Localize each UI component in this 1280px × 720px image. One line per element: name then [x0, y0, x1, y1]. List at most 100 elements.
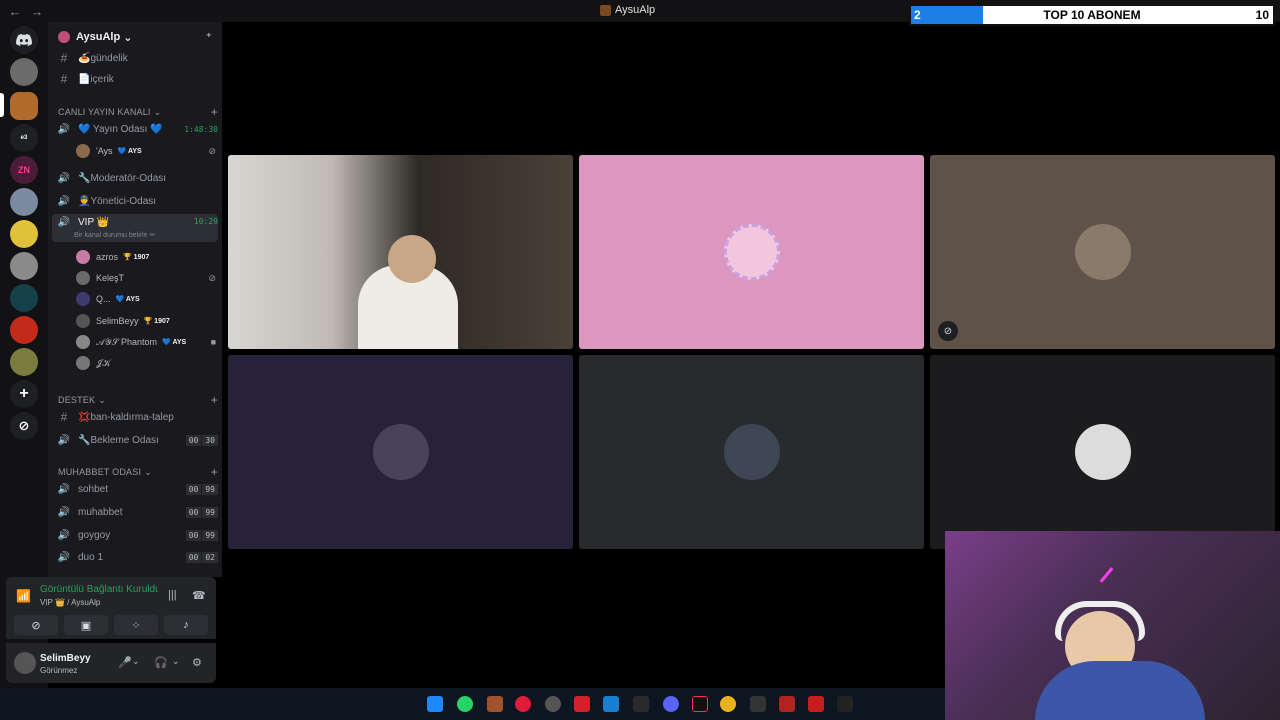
avatar[interactable] — [14, 652, 36, 674]
voice-channel[interactable]: 🔊 duo 1 00 02 — [56, 547, 218, 567]
streamer-webcam — [945, 531, 1280, 720]
user-status: Görünmez — [40, 666, 78, 675]
user-limit-badge: 00 99 — [185, 483, 218, 495]
voice-location[interactable]: VIP 👑 / AysuAlp — [40, 598, 100, 607]
speaker-icon: 🔊 — [57, 172, 71, 184]
terminal-icon[interactable] — [837, 696, 853, 712]
voice-user[interactable]: 𝒜𝒴𝒮 Phantom 💙 AYS ■ — [76, 333, 216, 351]
server-icon[interactable] — [10, 220, 38, 248]
settings-gear-icon[interactable]: ⚙ — [192, 656, 202, 669]
channel-status[interactable]: Bir kanal durumu belirle ✏ — [74, 231, 155, 239]
chevron-down-icon[interactable]: ⌄ — [172, 656, 180, 667]
voice-channel[interactable]: 🔊 sohbet 00 99 — [56, 479, 218, 499]
server-icon[interactable] — [10, 348, 38, 376]
voice-status[interactable]: Görüntülü Bağlantı Kuruldu — [40, 584, 158, 595]
disconnect-icon[interactable]: ☎ — [192, 589, 206, 602]
server-icon[interactable] — [10, 252, 38, 280]
text-channel[interactable]: # 🍝gündelik — [56, 48, 218, 68]
avatar — [76, 271, 90, 285]
server-icon[interactable] — [10, 284, 38, 312]
screen-share-button[interactable]: ▣ — [64, 615, 108, 635]
soundboard-button[interactable]: ♪ — [164, 615, 208, 635]
voice-user[interactable]: Q... 💙 AYS — [76, 290, 216, 308]
goal-label: TOP 10 ABONEM — [1043, 8, 1141, 22]
explore-compass-icon[interactable]: ⊘ — [10, 412, 38, 440]
video-tile[interactable] — [930, 355, 1275, 549]
video-tile[interactable]: ⊘ — [930, 155, 1275, 349]
voice-user[interactable]: SelimBeyy 🏆 1907 — [76, 312, 216, 330]
voice-channel[interactable]: 🔊 muhabbet 00 99 — [56, 502, 218, 522]
voice-user[interactable]: azros 🏆 1907 — [76, 248, 216, 266]
video-tile-camera[interactable] — [228, 155, 573, 349]
app-icon[interactable] — [487, 696, 503, 712]
server-icon[interactable] — [10, 58, 38, 86]
noise-suppression-icon[interactable]: ||| — [168, 589, 177, 601]
voice-user[interactable]: 𝒥𝒦 — [76, 354, 216, 372]
app-icon[interactable] — [574, 696, 590, 712]
invite-people-icon[interactable]: ⁺ — [206, 30, 212, 44]
add-channel-icon[interactable]: + — [211, 105, 218, 119]
channel-timer: 10:29 — [193, 217, 218, 226]
app-icon[interactable] — [808, 696, 824, 712]
avatar — [723, 424, 780, 480]
speaker-icon: 🔊 — [57, 123, 71, 135]
voice-channel-bekleme[interactable]: 🔊 🔧Bekleme Odası 00 30 — [56, 430, 218, 450]
muted-icon: ⊘ — [208, 145, 216, 156]
video-tile[interactable] — [228, 355, 573, 549]
window-title: AysuAlp — [600, 4, 655, 16]
server-icon[interactable] — [10, 316, 38, 344]
chevron-down-icon: ⌄ — [123, 31, 133, 44]
headphones-icon[interactable]: 🎧 — [154, 656, 168, 669]
video-tile[interactable] — [579, 355, 924, 549]
avatar — [76, 250, 90, 264]
voice-channel[interactable]: 🔊 goygoy 00 99 — [56, 525, 218, 545]
discord-icon[interactable] — [663, 696, 679, 712]
voice-channel-vip[interactable]: 🔊 VIP 👑 10:29 Bir kanal durumu belirle ✏ — [52, 214, 218, 242]
epic-games-icon[interactable] — [633, 696, 649, 712]
app-icon[interactable] — [750, 696, 766, 712]
back-arrow-icon[interactable]: ← — [8, 4, 22, 19]
steam-icon[interactable] — [603, 696, 619, 712]
avatar — [372, 424, 429, 480]
category-destek[interactable]: DESTEK ⌄ + — [58, 393, 218, 407]
category-muhabbet[interactable]: MUHABBET ODASI ⌄ + — [58, 465, 218, 479]
windows-start-icon[interactable] — [427, 696, 443, 712]
streamer-shirt — [1035, 661, 1205, 720]
voice-channel-moderator[interactable]: 🔊 🔧Moderatör-Odası — [56, 168, 218, 188]
app-icon[interactable] — [779, 696, 795, 712]
discord-home-icon[interactable] — [10, 26, 38, 54]
add-channel-icon[interactable]: + — [211, 393, 218, 407]
text-channel-ban[interactable]: # 💢ban-kaldırma-talep — [56, 407, 218, 427]
voice-channel-yayin[interactable]: 🔊 💙 Yayın Odası 💙 1:48:30 — [56, 119, 218, 139]
camera-icon: ■ — [210, 337, 216, 347]
voice-channel-yonetici[interactable]: 🔊 👮Yönetici-Odası — [56, 191, 218, 211]
server-icon[interactable] — [10, 188, 38, 216]
tiktok-icon[interactable] — [692, 696, 708, 712]
camera-off-button[interactable]: ⊘ — [14, 615, 58, 635]
signal-icon[interactable]: 📶 — [16, 589, 31, 603]
whatsapp-icon[interactable] — [457, 696, 473, 712]
video-tile[interactable] — [579, 155, 924, 349]
forward-arrow-icon[interactable]: → — [30, 4, 44, 19]
add-server-icon[interactable]: + — [10, 380, 38, 408]
server-icon[interactable]: e3 — [10, 124, 38, 152]
server-icon[interactable]: ZN — [10, 156, 38, 184]
subscriber-goal-bar: 2 TOP 10 ABONEM 10 — [909, 4, 1275, 26]
participant-head — [388, 235, 436, 283]
text-channel[interactable]: # 📄içerik — [56, 69, 218, 89]
server-icon[interactable] — [10, 92, 38, 120]
category-live[interactable]: CANLI YAYIN KANALI ⌄ + — [58, 105, 218, 119]
goal-current: 2 — [914, 8, 921, 22]
voice-user[interactable]: 'Ays 💙 AYS ⊘ — [76, 142, 216, 160]
app-icon[interactable] — [545, 696, 561, 712]
chevron-down-icon: ⌄ — [98, 394, 106, 405]
chevron-down-icon[interactable]: ⌄ — [132, 656, 140, 667]
activities-button[interactable]: ⁘ — [114, 615, 158, 635]
microphone-icon[interactable]: 🎤 — [118, 656, 132, 669]
opera-icon[interactable] — [515, 696, 531, 712]
user-name[interactable]: SelimBeyy — [40, 653, 91, 664]
channel-sidebar: AysuAlp ⌄ ⁺ # 🍝gündelik # 📄içerik CANLI … — [48, 22, 222, 577]
voice-user[interactable]: KeleşT ⊘ — [76, 269, 216, 287]
add-channel-icon[interactable]: + — [211, 465, 218, 479]
chrome-icon[interactable] — [720, 696, 736, 712]
